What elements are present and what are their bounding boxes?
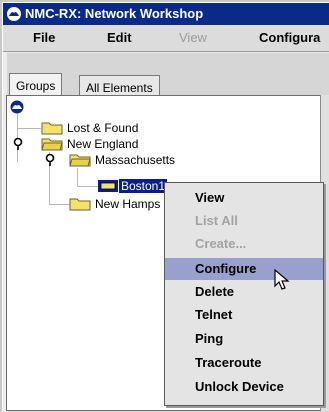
tree-node-new-hampshire[interactable]: New Hamps	[95, 196, 160, 212]
menu-configure[interactable]: Configura	[259, 30, 320, 45]
menu-bar: File Edit View Configura	[3, 25, 329, 52]
menu-edit[interactable]: Edit	[107, 30, 132, 45]
ctx-item-unlock-device[interactable]: Unlock Device	[165, 376, 323, 398]
tree-node-label: Boston1	[119, 179, 168, 193]
tree-node-lost-found[interactable]: Lost & Found	[67, 120, 138, 136]
title-bar[interactable]: NMC-RX: Network Workshop	[3, 3, 329, 25]
mouse-pointer-icon	[274, 269, 290, 290]
context-menu: View List All Create... Configure Delete…	[164, 182, 324, 406]
expanded-pin-icon[interactable]	[45, 153, 55, 167]
device-icon	[98, 180, 118, 192]
ctx-item-traceroute[interactable]: Traceroute	[165, 352, 323, 374]
menu-view[interactable]: View	[179, 30, 207, 45]
tree-node-massachusetts[interactable]: Massachusetts	[95, 152, 175, 168]
ctx-item-create[interactable]: Create...	[165, 233, 323, 255]
tree-node-new-england[interactable]: New England	[67, 136, 138, 152]
folder-icon	[41, 122, 63, 135]
tree-connector	[17, 128, 41, 129]
folder-icon	[69, 198, 91, 211]
tree-node-boston1[interactable]: Boston1	[119, 178, 168, 194]
ctx-item-telnet[interactable]: Telnet	[165, 304, 323, 326]
expanded-pin-icon[interactable]	[13, 137, 23, 151]
ctx-item-ping[interactable]: Ping	[165, 328, 323, 350]
ctx-item-configure[interactable]: Configure	[165, 258, 323, 280]
root-network-icon[interactable]	[10, 100, 24, 114]
folder-open-icon	[41, 138, 63, 151]
folder-open-icon	[69, 154, 91, 167]
tree-connector	[49, 204, 71, 205]
app-globe-icon	[7, 7, 21, 21]
ctx-item-list-all[interactable]: List All	[165, 210, 323, 232]
ctx-item-delete[interactable]: Delete	[165, 281, 323, 303]
window-title: NMC-RX: Network Workshop	[25, 6, 204, 21]
tree-connector	[77, 186, 99, 187]
menu-file[interactable]: File	[33, 30, 55, 45]
tree-connector	[77, 168, 78, 186]
ctx-item-view[interactable]: View	[165, 187, 323, 209]
